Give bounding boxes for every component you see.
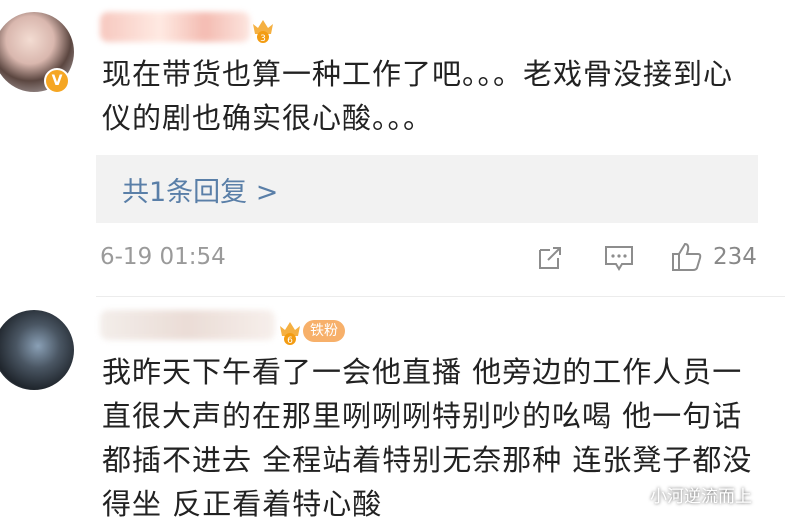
fan-badge: 铁粉 bbox=[303, 320, 345, 342]
crown-icon: 6 bbox=[280, 322, 300, 346]
svg-text:3: 3 bbox=[260, 34, 266, 44]
comment-icon[interactable] bbox=[603, 244, 635, 272]
comment-text: 现在带货也算一种工作了吧。。。老戏骨没接到心仪的剧也确实很心酸。。。 bbox=[102, 57, 734, 135]
comment-timestamp: 6-19 01:54 bbox=[100, 244, 226, 270]
svg-text:6: 6 bbox=[287, 336, 293, 346]
comment-divider bbox=[96, 296, 785, 297]
user-avatar[interactable] bbox=[0, 310, 74, 390]
watermark: 小河逆流而上 bbox=[650, 487, 752, 507]
verified-badge: V bbox=[44, 68, 70, 94]
like-icon[interactable] bbox=[670, 241, 704, 273]
crown-icon: 3 bbox=[253, 20, 273, 44]
like-count: 234 bbox=[713, 244, 757, 270]
share-icon[interactable] bbox=[536, 244, 566, 272]
username-blurred[interactable] bbox=[100, 310, 275, 340]
view-replies-link[interactable]: 共1条回复 > bbox=[122, 170, 278, 209]
username-blurred[interactable] bbox=[100, 12, 250, 42]
